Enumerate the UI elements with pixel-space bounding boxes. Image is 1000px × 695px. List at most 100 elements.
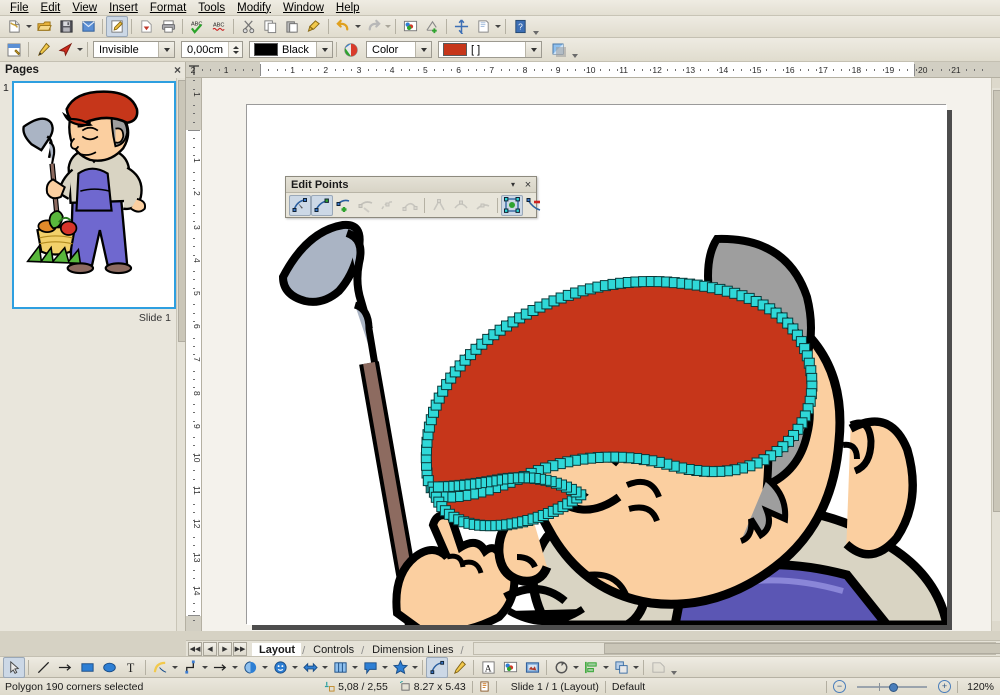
stars-shapes-icon[interactable]	[389, 657, 411, 678]
edit-points-toolbar-titlebar[interactable]: Edit Points ▾ ×	[286, 177, 536, 193]
copy-icon[interactable]	[259, 16, 281, 37]
lines-arrows-icon[interactable]	[209, 657, 231, 678]
align-dropdown-icon[interactable]	[602, 658, 610, 677]
slide-canvas[interactable]	[202, 78, 992, 631]
line-width-stepper[interactable]	[228, 42, 242, 57]
area-style-combo[interactable]: Color	[366, 41, 432, 58]
arrange-icon[interactable]	[610, 657, 632, 678]
undo-dropdown-icon[interactable]	[354, 17, 362, 36]
menu-modify[interactable]: Modify	[231, 1, 277, 15]
cut-icon[interactable]	[237, 16, 259, 37]
pages-panel-scroll-thumb[interactable]	[178, 80, 186, 342]
symmetric-transition-icon[interactable]	[472, 195, 494, 216]
vertical-ruler[interactable]: 1 1 2 3 4 5 6 7 8 9 10 11 12 13 14	[186, 78, 202, 631]
zoom-slider[interactable]	[849, 681, 935, 693]
curve-tool-icon[interactable]	[149, 657, 171, 678]
menu-edit[interactable]: Edit	[35, 1, 67, 15]
undo-icon[interactable]	[332, 16, 354, 37]
symbol-shapes-dropdown-icon[interactable]	[291, 658, 299, 677]
chevron-down-icon[interactable]: ▾	[506, 180, 520, 189]
eliminate-points-icon[interactable]	[523, 195, 545, 216]
new-document-dropdown-icon[interactable]	[25, 17, 33, 36]
line-fill-style-icon[interactable]	[3, 39, 25, 60]
edit-points-icon[interactable]	[289, 194, 311, 216]
flowchart-shapes-icon[interactable]	[329, 657, 351, 678]
rotate-dropdown-icon[interactable]	[572, 658, 580, 677]
edit-points-toolbar[interactable]: Edit Points ▾ ×	[285, 176, 541, 218]
menu-help[interactable]: Help	[330, 1, 366, 15]
menu-window[interactable]: Window	[277, 1, 330, 15]
print-file-icon[interactable]	[157, 16, 179, 37]
edit-points-tool-icon[interactable]	[426, 656, 448, 678]
gradient-icon[interactable]	[340, 39, 362, 60]
line-tool-icon[interactable]	[32, 657, 54, 678]
arrange-dropdown-icon[interactable]	[632, 658, 640, 677]
layer-tab-layout[interactable]: Layout	[252, 642, 302, 657]
area-style-dropdown-icon[interactable]	[415, 42, 431, 57]
drawing-toolbar-overflow-icon[interactable]	[669, 656, 678, 678]
insert-points-icon[interactable]	[333, 195, 355, 216]
close-bezier-icon[interactable]	[501, 194, 523, 216]
curve-dropdown-icon[interactable]	[171, 658, 179, 677]
connector-dropdown-icon[interactable]	[201, 658, 209, 677]
from-file-icon[interactable]	[499, 657, 521, 678]
line-color-pen-icon[interactable]	[32, 39, 54, 60]
modified-indicator-cell[interactable]	[473, 681, 496, 692]
canvas-hscroll-thumb[interactable]	[603, 643, 1000, 654]
block-arrows-icon[interactable]	[299, 657, 321, 678]
line-and-filling-overflow-icon[interactable]	[570, 39, 579, 61]
menu-format[interactable]: Format	[144, 1, 192, 15]
standard-toolbar-overflow-icon[interactable]	[531, 16, 540, 38]
gallery-icon[interactable]	[521, 657, 543, 678]
menu-view[interactable]: View	[66, 1, 103, 15]
line-width-spinner[interactable]: 0,00cm	[181, 41, 243, 58]
basic-shapes-dropdown-icon[interactable]	[261, 658, 269, 677]
first-layer-icon[interactable]: ◀◀	[188, 641, 202, 656]
glue-points-icon[interactable]	[448, 657, 470, 678]
ellipse-tool-icon[interactable]	[98, 657, 120, 678]
display-views-dropdown-icon[interactable]	[494, 17, 502, 36]
open-document-icon[interactable]	[33, 16, 55, 37]
line-style-combo[interactable]: Invisible	[93, 41, 175, 58]
select-tool-icon[interactable]	[3, 656, 25, 678]
email-document-icon[interactable]	[77, 16, 99, 37]
spelling-icon[interactable]: ABC	[186, 16, 208, 37]
fontwork-icon[interactable]: A	[477, 657, 499, 678]
paste-icon[interactable]	[281, 16, 303, 37]
zoom-out-icon[interactable]: −	[833, 680, 847, 693]
rotate-icon[interactable]	[550, 657, 572, 678]
zoom-slider-knob[interactable]	[889, 682, 899, 692]
line-style-dropdown-icon[interactable]	[158, 42, 174, 57]
close-icon[interactable]: ×	[174, 64, 181, 76]
edit-point-handle[interactable]	[432, 481, 444, 493]
callout-shapes-icon[interactable]	[359, 657, 381, 678]
layer-tab-dimension-lines[interactable]: Dimension Lines	[365, 642, 460, 657]
delete-points-icon[interactable]	[355, 195, 377, 216]
redo-dropdown-icon[interactable]	[384, 17, 392, 36]
canvas-horizontal-scrollbar[interactable]	[472, 642, 1000, 655]
area-fill-combo[interactable]: [ ]	[438, 41, 542, 58]
menu-insert[interactable]: Insert	[103, 1, 144, 15]
zoom-in-icon[interactable]: +	[938, 680, 952, 693]
clone-formatting-icon[interactable]	[303, 16, 325, 37]
convert-to-curve-icon[interactable]	[399, 195, 421, 216]
rectangle-tool-icon[interactable]	[76, 657, 98, 678]
line-color-combo[interactable]: Black	[249, 41, 333, 58]
zoom-control[interactable]: − +	[827, 680, 957, 693]
move-points-icon[interactable]	[311, 194, 333, 216]
stars-dropdown-icon[interactable]	[411, 658, 419, 677]
arrow-style-dropdown-icon[interactable]	[76, 40, 84, 59]
menu-file[interactable]: File	[4, 1, 35, 15]
layer-tab-controls[interactable]: Controls	[306, 642, 361, 657]
connector-tool-icon[interactable]	[179, 657, 201, 678]
block-arrows-dropdown-icon[interactable]	[321, 658, 329, 677]
slide-thumbnail[interactable]	[12, 81, 176, 309]
close-icon[interactable]: ×	[520, 179, 536, 191]
scroll-up-icon[interactable]	[992, 78, 1000, 88]
insert-chart-icon[interactable]	[421, 16, 443, 37]
align-icon[interactable]	[580, 657, 602, 678]
insert-image-icon[interactable]	[399, 16, 421, 37]
shadow-icon[interactable]	[647, 657, 669, 678]
redo-icon[interactable]	[362, 16, 384, 37]
display-views-icon[interactable]	[472, 16, 494, 37]
